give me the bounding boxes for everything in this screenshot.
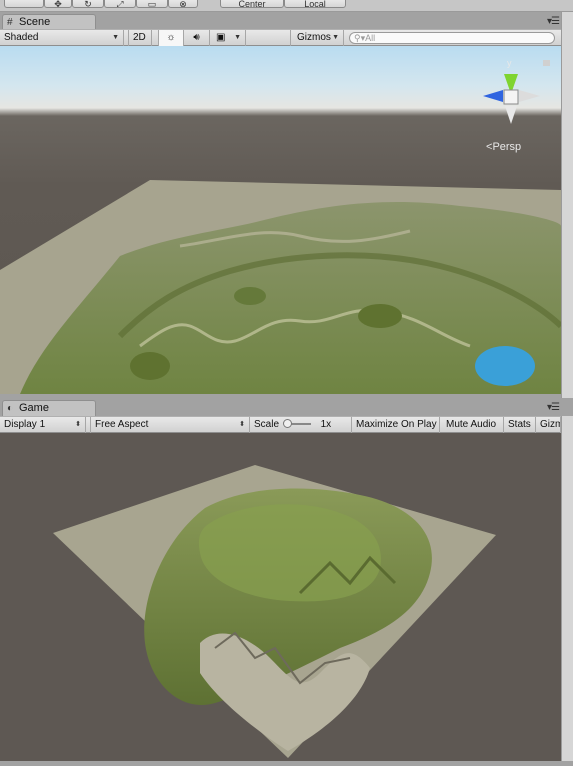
tab-scene[interactable]: # Scene xyxy=(2,14,96,30)
transform-icon: ⊗ xyxy=(179,0,187,8)
sun-icon: ☼ xyxy=(166,32,176,43)
scale-slider-thumb[interactable] xyxy=(282,419,292,429)
aspect-dropdown[interactable]: Free Aspect ⬍ xyxy=(90,417,250,433)
mute-label: Mute Audio xyxy=(446,419,497,430)
game-gizmos-dropdown[interactable]: Gizm xyxy=(536,417,561,433)
stats-toggle[interactable]: Stats xyxy=(504,417,536,433)
shading-mode-dropdown[interactable]: Shaded ▼ xyxy=(0,30,124,46)
lighting-toggle[interactable]: ☼ xyxy=(158,30,184,46)
mute-audio-toggle[interactable]: Mute Audio xyxy=(442,417,504,433)
space-toggle[interactable]: Local xyxy=(284,0,346,8)
image-effects-icon: ▣ xyxy=(216,32,226,43)
tab-game[interactable]: ◐ Game xyxy=(2,400,96,416)
move-icon: ✥ xyxy=(54,0,62,8)
rotate-icon: ↻ xyxy=(84,0,92,8)
display-dropdown[interactable]: Display 1 ⬍ xyxy=(0,417,86,433)
scale-icon: ⤢ xyxy=(116,0,124,8)
gizmo-y-label: y xyxy=(507,58,512,68)
scene-viewport[interactable]: y <Persp xyxy=(0,46,561,394)
gizmo-neg-x-arrow[interactable] xyxy=(519,90,540,102)
search-placeholder: All xyxy=(365,33,376,43)
terrain-hill xyxy=(234,287,266,305)
tab-menu-icon[interactable]: ▾☰ xyxy=(547,402,560,413)
dropdown-arrow-icon: ⬍ xyxy=(75,421,81,428)
dropdown-arrow-icon: ⬍ xyxy=(239,421,245,428)
scene-tab-icon: # xyxy=(7,17,13,28)
scale-label: Scale xyxy=(254,419,280,430)
main-toolbar: ✥ ↻ ⤢ ▭ ⊗ Center Local xyxy=(0,0,573,12)
mode-2d-toggle[interactable]: 2D xyxy=(128,30,152,46)
display-value: Display 1 xyxy=(4,419,46,430)
scene-tab-strip: # Scene ▾☰ xyxy=(0,12,573,30)
projection-label[interactable]: <Persp xyxy=(486,141,521,153)
scale-slider-track[interactable] xyxy=(282,419,311,429)
bottom-border xyxy=(0,761,573,766)
transform-tool-button[interactable]: ⊗ xyxy=(168,0,198,8)
dropdown-arrow-icon: ▼ xyxy=(332,34,339,41)
hand-tool-button[interactable] xyxy=(4,0,44,8)
rect-icon: ▭ xyxy=(147,0,157,8)
search-icon: ⚲▾ xyxy=(354,33,366,43)
scene-toolbar: Shaded ▼ 2D ☼ 🔊︎ ▣ ▼ Gizmos ▼ ⚲▾All xyxy=(0,29,573,46)
projection-value: Persp xyxy=(492,141,522,153)
scene-tab-label: Scene xyxy=(19,16,51,28)
game-toolbar: Display 1 ⬍ Free Aspect ⬍ Scale 1x Maxim… xyxy=(0,416,573,433)
scene-scrollbar[interactable] xyxy=(561,12,573,398)
tab-menu-icon[interactable]: ▾☰ xyxy=(547,16,560,27)
lock-icon[interactable] xyxy=(543,60,550,66)
game-gizmos-label: Gizm xyxy=(540,419,560,430)
game-tab-label: Game xyxy=(19,402,49,414)
gizmos-dropdown[interactable]: Gizmos ▼ xyxy=(290,30,344,46)
gizmo-neg-y-arrow[interactable] xyxy=(505,106,517,124)
game-viewport[interactable] xyxy=(0,433,561,761)
rect-tool-button[interactable]: ▭ xyxy=(136,0,168,8)
pivot-label: Center xyxy=(238,0,266,8)
gizmos-label: Gizmos xyxy=(297,32,331,43)
terrain-hill xyxy=(130,352,170,380)
game-scrollbar[interactable] xyxy=(561,416,573,761)
orientation-gizmo[interactable]: y xyxy=(483,58,550,124)
move-tool-button[interactable]: ✥ xyxy=(44,0,72,8)
game-tab-strip: ◐ Game ▾☰ xyxy=(0,398,573,416)
game-tab-icon: ◐ xyxy=(7,403,14,414)
gizmo-center-cube[interactable] xyxy=(503,89,519,105)
scale-tool-button[interactable]: ⤢ xyxy=(104,0,136,8)
audio-toggle[interactable]: 🔊︎ xyxy=(184,30,210,46)
scale-control: Scale 1x xyxy=(250,417,352,433)
mode-2d-label: 2D xyxy=(133,32,146,43)
stats-label: Stats xyxy=(508,419,531,430)
scene-search-input[interactable]: ⚲▾All xyxy=(349,32,555,44)
maximize-on-play-toggle[interactable]: Maximize On Play xyxy=(352,417,440,433)
space-label: Local xyxy=(304,0,326,8)
audio-icon: 🔊︎ xyxy=(193,32,200,43)
pivot-toggle[interactable]: Center xyxy=(220,0,284,8)
scale-value: 1x xyxy=(320,419,332,430)
shading-mode-value: Shaded xyxy=(4,32,39,43)
dropdown-arrow-icon: ▼ xyxy=(112,34,119,41)
terrain-water xyxy=(475,346,535,386)
rotate-tool-button[interactable]: ↻ xyxy=(72,0,104,8)
effects-dropdown[interactable]: ▣ ▼ xyxy=(210,30,246,46)
terrain-hill xyxy=(358,304,402,328)
aspect-value: Free Aspect xyxy=(95,419,149,430)
maximize-label: Maximize On Play xyxy=(356,419,437,430)
dropdown-arrow-icon: ▼ xyxy=(234,34,241,41)
gizmo-x-arrow[interactable] xyxy=(483,90,503,102)
